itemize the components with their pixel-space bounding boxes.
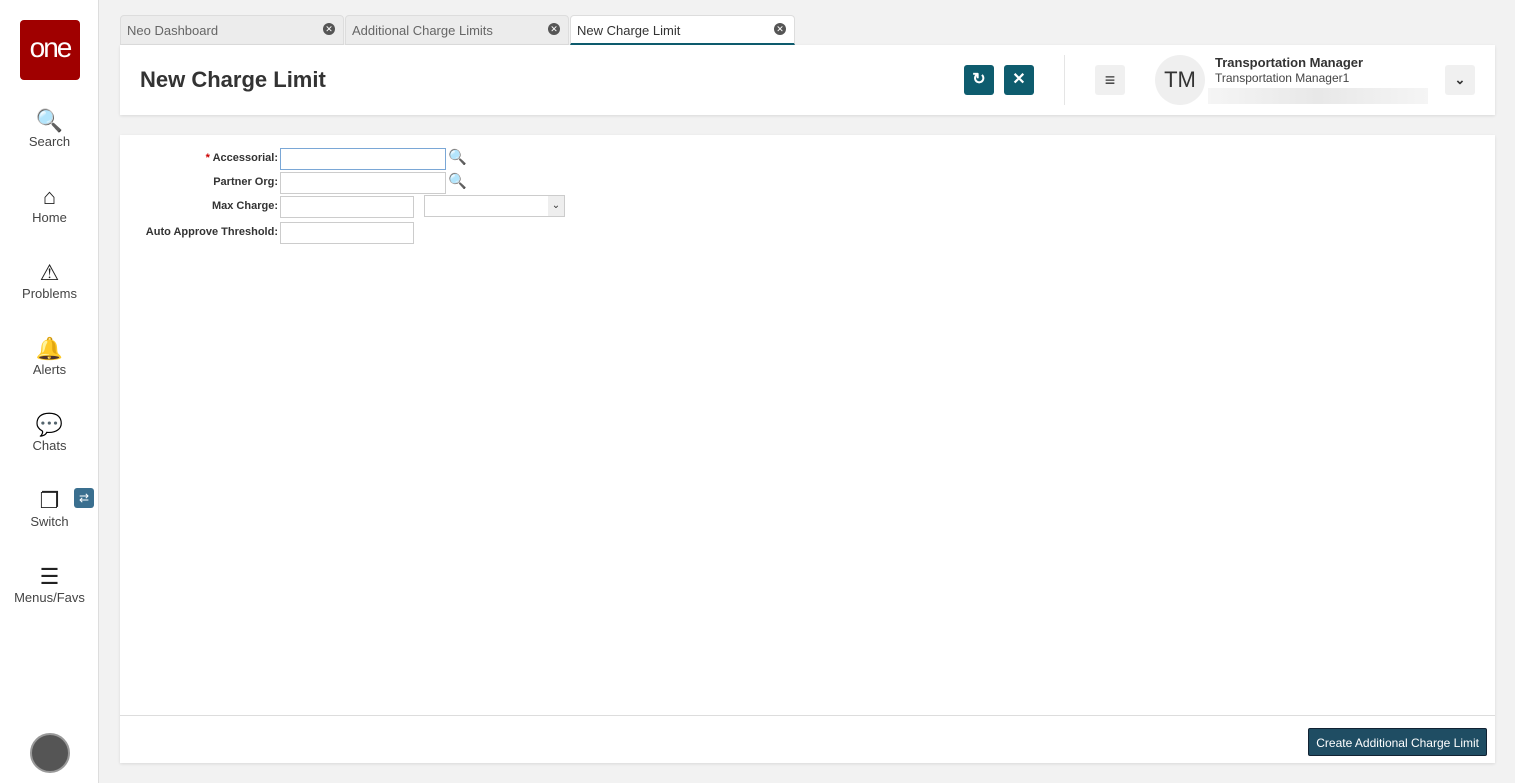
max-charge-label: Max Charge: bbox=[211, 200, 278, 212]
sidebar-item-label: Menus/Favs bbox=[14, 590, 85, 605]
close-tab-icon[interactable]: ✕ bbox=[323, 23, 335, 35]
warning-icon: ⚠ bbox=[39, 260, 60, 285]
page-title: New Charge Limit bbox=[140, 67, 326, 92]
sidebar-item-label: Alerts bbox=[32, 362, 67, 377]
required-mark: * bbox=[205, 152, 210, 164]
sidebar-item-problems[interactable]: ⚠ Problems bbox=[0, 260, 99, 301]
refresh-button[interactable]: ↻ bbox=[964, 65, 994, 95]
form-footer: Create Additional Charge Limit bbox=[120, 715, 1495, 763]
close-button[interactable]: ✕ bbox=[1004, 65, 1034, 95]
auto-approve-label: Auto Approve Threshold: bbox=[145, 226, 278, 238]
tab-label: Additional Charge Limits bbox=[352, 23, 493, 38]
one-logo[interactable]: one bbox=[20, 20, 80, 80]
label-text: Accessorial: bbox=[212, 152, 278, 164]
divider bbox=[1064, 55, 1065, 105]
close-tab-icon[interactable]: ✕ bbox=[548, 23, 560, 35]
close-tab-icon[interactable]: ✕ bbox=[774, 23, 786, 35]
chevron-down-icon[interactable]: ⌄ bbox=[548, 196, 564, 216]
user-name: Transportation Manager bbox=[1215, 55, 1364, 70]
sidebar-item-chats[interactable]: 💬 Chats bbox=[0, 412, 99, 453]
tab-label: Neo Dashboard bbox=[127, 23, 219, 38]
redacted-info bbox=[1208, 88, 1428, 104]
search-icon: 🔍 bbox=[35, 108, 64, 133]
chat-icon: 💬 bbox=[35, 412, 64, 437]
home-icon: ⌂ bbox=[42, 184, 57, 209]
assistant-avatar[interactable] bbox=[30, 733, 70, 773]
sidebar-item-search[interactable]: 🔍 Search bbox=[0, 108, 99, 149]
lookup-icon[interactable]: 🔍 bbox=[448, 148, 467, 166]
tab-additional-charge-limits[interactable]: Additional Charge Limits ✕ bbox=[345, 15, 569, 45]
chevron-down-icon[interactable]: ⌄ bbox=[1445, 65, 1475, 95]
sidebar-item-label: Home bbox=[32, 210, 67, 225]
sidebar-item-label: Chats bbox=[32, 438, 67, 453]
accessorial-label: * Accessorial: bbox=[120, 152, 278, 164]
auto-approve-input[interactable] bbox=[280, 222, 414, 244]
bell-icon: 🔔 bbox=[35, 336, 64, 361]
sidebar-item-label: Search bbox=[28, 134, 71, 149]
partner-org-label: Partner Org: bbox=[213, 176, 278, 188]
avatar[interactable]: TM bbox=[1155, 55, 1205, 105]
menu-button[interactable]: ≡ bbox=[1095, 65, 1125, 95]
max-charge-input[interactable] bbox=[280, 196, 414, 218]
sidebar-item-label: Switch bbox=[30, 514, 69, 529]
sidebar-item-home[interactable]: ⌂ Home bbox=[0, 184, 99, 225]
sidebar: one 🔍 Search ⌂ Home ⚠ Problems 🔔 Alerts 💬 Cha… bbox=[0, 0, 99, 783]
tab-neo-dashboard[interactable]: Neo Dashboard ✕ bbox=[120, 15, 344, 45]
sidebar-item-label: Problems bbox=[22, 286, 77, 301]
create-button[interactable]: Create Additional Charge Limit bbox=[1308, 728, 1487, 756]
page-header: New Charge Limit ↻ ✕ ≡ TM Transportation… bbox=[120, 45, 1495, 115]
currency-select[interactable]: ⌄ bbox=[424, 195, 565, 217]
user-role: Transportation Manager1 bbox=[1215, 71, 1350, 85]
tab-new-charge-limit[interactable]: New Charge Limit ✕ bbox=[570, 15, 795, 45]
switch-badge-icon[interactable]: ⇄ bbox=[74, 488, 94, 508]
hamburger-icon: ☰ bbox=[39, 564, 60, 589]
accessorial-input[interactable] bbox=[280, 148, 446, 170]
sidebar-item-alerts[interactable]: 🔔 Alerts bbox=[0, 336, 99, 377]
form-panel: * Accessorial: 🔍 Partner Org: 🔍 Max Char… bbox=[120, 135, 1495, 763]
lookup-icon[interactable]: 🔍 bbox=[448, 172, 467, 190]
sidebar-item-menus-favs[interactable]: ☰ Menus/Favs bbox=[0, 564, 99, 605]
tab-label: New Charge Limit bbox=[577, 23, 681, 38]
partner-org-input[interactable] bbox=[280, 172, 446, 194]
